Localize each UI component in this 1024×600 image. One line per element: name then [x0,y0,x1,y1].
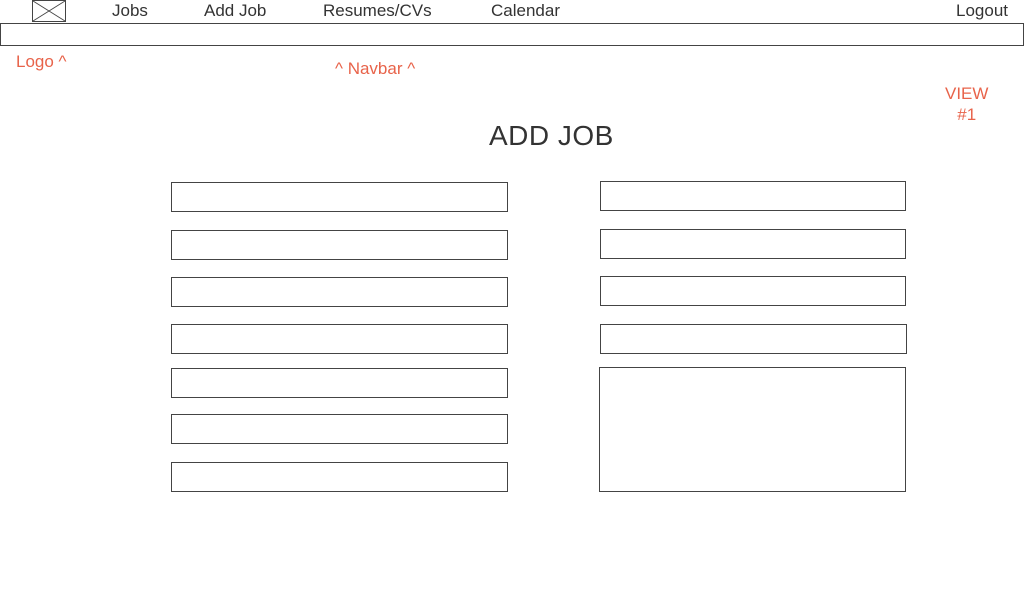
form-field-right-4[interactable] [600,324,907,354]
image-placeholder-icon [33,1,65,21]
view-annotation-line1: VIEW [945,84,989,103]
view-annotation-line2: #1 [957,105,977,124]
navbar [0,23,1024,46]
form-textarea[interactable] [599,367,906,492]
nav-calendar[interactable]: Calendar [491,1,560,21]
form-field-left-1[interactable] [171,182,508,212]
form-field-right-1[interactable] [600,181,906,211]
view-annotation: VIEW #1 [945,83,988,125]
form-field-left-6[interactable] [171,414,508,444]
logo-annotation: Logo ^ [16,52,67,71]
form-field-left-7[interactable] [171,462,508,492]
logo-placeholder[interactable] [32,0,66,22]
form-field-right-3[interactable] [600,276,906,306]
nav-jobs[interactable]: Jobs [112,1,148,21]
form-field-left-2[interactable] [171,230,508,260]
form-field-left-3[interactable] [171,277,508,307]
form-field-right-2[interactable] [600,229,906,259]
logout-link[interactable]: Logout [956,1,1008,21]
navbar-annotation: ^ Navbar ^ [335,59,416,78]
nav-resumes[interactable]: Resumes/CVs [323,1,432,21]
form-field-left-4[interactable] [171,324,508,354]
form-field-left-5[interactable] [171,368,508,398]
page-title: ADD JOB [489,120,614,151]
nav-add-job[interactable]: Add Job [204,1,266,21]
